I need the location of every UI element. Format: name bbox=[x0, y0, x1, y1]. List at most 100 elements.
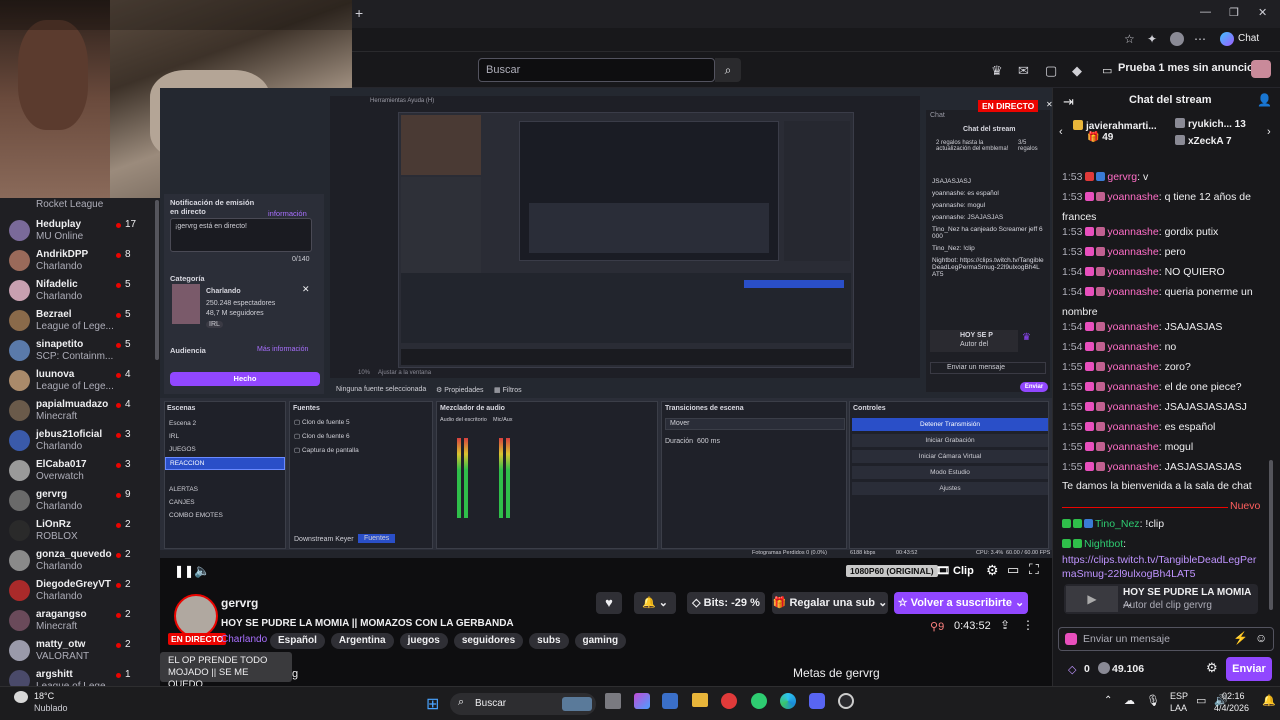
channel-item[interactable]: sinapetito SCP: Containm... 5 bbox=[0, 336, 160, 366]
chat-badge-icon[interactable] bbox=[1065, 633, 1077, 645]
channel-item[interactable]: gervrg Charlando 9 bbox=[0, 486, 160, 516]
chat-username[interactable]: gervrg bbox=[1107, 171, 1137, 183]
chat-username[interactable]: yoannashe bbox=[1107, 381, 1158, 393]
widget-app-icon[interactable] bbox=[634, 693, 650, 709]
chat-username[interactable]: yoannashe bbox=[1107, 286, 1158, 298]
chat-users-icon[interactable]: 👤 bbox=[1257, 93, 1272, 107]
obs-scene-item[interactable]: IRL bbox=[165, 431, 285, 444]
profile-icon[interactable] bbox=[1170, 32, 1184, 46]
obs-scene-item[interactable]: REACCION bbox=[165, 457, 285, 470]
fullscreen-icon[interactable]: ⛶ bbox=[1029, 561, 1039, 578]
task-view-icon[interactable] bbox=[605, 693, 621, 709]
chat-username[interactable]: yoannashe bbox=[1107, 461, 1158, 473]
lang-secondary[interactable]: LAA bbox=[1170, 703, 1187, 713]
stream-tag[interactable]: Argentina bbox=[330, 633, 394, 649]
channel-item[interactable]: luunova League of Lege... 4 bbox=[0, 366, 160, 396]
more-icon[interactable]: ⋯ bbox=[1194, 32, 1206, 46]
channel-item[interactable]: papialmuadazo Minecraft 4 bbox=[0, 396, 160, 426]
crown-icon[interactable]: ♛ bbox=[991, 63, 1003, 79]
chat-username[interactable]: yoannashe bbox=[1107, 191, 1158, 203]
chat-username[interactable]: yoannashe bbox=[1107, 341, 1158, 353]
obs-source-item[interactable]: ▢ Clon de fuente 6 bbox=[294, 432, 430, 446]
gift-sub-button[interactable]: 🎁 Regalar una sub ⌄ bbox=[772, 592, 888, 614]
channel-item[interactable]: jebus21oficial Charlando 3 bbox=[0, 426, 160, 456]
send-chat-button[interactable]: Enviar bbox=[1226, 657, 1272, 681]
chat-username[interactable]: yoannashe bbox=[1107, 321, 1158, 333]
minimize-button[interactable]: — bbox=[1200, 6, 1211, 18]
clock-time[interactable]: 02:16 bbox=[1222, 691, 1245, 701]
tray-overflow-icon[interactable]: ⌃ bbox=[1104, 695, 1112, 706]
notifications-icon[interactable]: 🔔 bbox=[1262, 694, 1276, 707]
clock-date[interactable]: 4/4/2026 bbox=[1214, 703, 1249, 713]
channel-item[interactable]: AndrikDPP Charlando 8 bbox=[0, 246, 160, 276]
stream-tag[interactable]: subs bbox=[529, 633, 569, 649]
whatsapp-icon[interactable] bbox=[751, 693, 767, 709]
search-icon[interactable]: ⌕ bbox=[715, 58, 741, 82]
restore-button[interactable]: ❐ bbox=[1229, 6, 1239, 19]
bits-icon[interactable]: ◆ bbox=[1072, 63, 1082, 79]
file-explorer-icon[interactable] bbox=[692, 693, 708, 707]
stream-tag[interactable]: juegos bbox=[399, 633, 448, 649]
user-avatar[interactable] bbox=[1251, 60, 1271, 78]
stream-tag[interactable]: seguidores bbox=[453, 633, 524, 649]
pinterest-icon[interactable] bbox=[721, 693, 737, 709]
obs-scene-item[interactable]: CANJES bbox=[165, 497, 285, 510]
copilot-icon[interactable] bbox=[1220, 32, 1234, 46]
magic-wand-icon[interactable]: ⚡ bbox=[1233, 631, 1248, 645]
stream-tag[interactable]: Español bbox=[270, 633, 325, 649]
chat-settings-icon[interactable]: ⚙ bbox=[1206, 660, 1218, 676]
inbox-icon[interactable]: ✉ bbox=[1018, 63, 1029, 79]
stream-category[interactable]: Charlando bbox=[221, 634, 267, 645]
obs-scene-item[interactable]: JUEGOS bbox=[165, 444, 285, 457]
new-tab-button[interactable]: + bbox=[355, 5, 363, 21]
resubscribe-button[interactable]: ☆ Volver a suscribirte ⌄ bbox=[894, 592, 1028, 614]
channel-item[interactable]: gonza_quevedo Charlando 2 bbox=[0, 546, 160, 576]
whispers-icon[interactable]: ▢ bbox=[1045, 63, 1057, 79]
obs-scene-item[interactable]: ALERTAS bbox=[165, 484, 285, 497]
leaderboard-next-icon[interactable]: › bbox=[1267, 126, 1271, 138]
channel-name[interactable]: gervrg bbox=[221, 596, 258, 610]
notif-info-link[interactable]: información bbox=[268, 209, 307, 218]
obs-control-button[interactable]: Modo Estudio bbox=[852, 466, 1048, 479]
channel-item[interactable]: DiegodeGreyVT Charlando 2 bbox=[0, 576, 160, 606]
channel-item[interactable]: LiOnRz ROBLOX 2 bbox=[0, 516, 160, 546]
obs-control-button[interactable]: Iniciar Grabación bbox=[852, 434, 1048, 447]
chat-scrollbar[interactable] bbox=[1269, 460, 1273, 610]
tray-cloud-icon[interactable]: ☁ bbox=[1124, 694, 1135, 707]
volume-icon[interactable]: 🔈 bbox=[194, 563, 210, 579]
leaderboard-prev-icon[interactable]: ‹ bbox=[1059, 126, 1063, 138]
notifications-bell-button[interactable]: 🔔 ⌄ bbox=[634, 592, 676, 614]
network-icon[interactable]: ▭ bbox=[1196, 694, 1206, 707]
channel-item[interactable]: Bezrael League of Lege... 5 bbox=[0, 306, 160, 336]
chat-username[interactable]: yoannashe bbox=[1107, 246, 1158, 258]
channel-points-icon[interactable] bbox=[1098, 662, 1110, 674]
settings-icon[interactable]: ⚙ bbox=[986, 562, 999, 579]
lang-primary[interactable]: ESP bbox=[1170, 691, 1188, 701]
follow-heart-button[interactable]: ♥ bbox=[596, 592, 622, 614]
bits-balance-icon[interactable]: ◇ bbox=[1068, 663, 1076, 676]
turbo-promo-link[interactable]: Prueba 1 mes sin anuncios bbox=[1118, 62, 1260, 74]
weather-icon[interactable] bbox=[14, 691, 28, 703]
chat-input[interactable]: Enviar un mensaje ⚡ ☺ bbox=[1058, 627, 1274, 651]
more-options-icon[interactable]: ⋮ bbox=[1022, 618, 1034, 632]
store-icon[interactable] bbox=[662, 693, 678, 709]
chat-username[interactable]: yoannashe bbox=[1107, 361, 1158, 373]
search-input[interactable]: Buscar bbox=[478, 58, 715, 82]
obs-control-button[interactable]: Detener Transmisión bbox=[852, 418, 1048, 431]
channel-avatar[interactable] bbox=[174, 594, 218, 638]
nightbot-clip-link[interactable]: https://clips.twitch.tv/TangibleDeadLegP… bbox=[1062, 553, 1258, 581]
chat-username[interactable]: yoannashe bbox=[1107, 266, 1158, 278]
bits-button[interactable]: ◇ Bits: -29 % bbox=[687, 592, 765, 614]
edge-browser-icon[interactable] bbox=[780, 693, 796, 709]
favorites-icon[interactable]: ✦ bbox=[1147, 32, 1157, 46]
chat-username[interactable]: yoannashe bbox=[1107, 421, 1158, 433]
bookmark-star-icon[interactable]: ☆ bbox=[1124, 32, 1135, 46]
channel-item[interactable]: Nifadelic Charlando 5 bbox=[0, 276, 160, 306]
obs-source-item[interactable]: ▢ Captura de pantalla bbox=[294, 446, 430, 460]
close-window-button[interactable]: ✕ bbox=[1258, 6, 1267, 19]
emote-picker-icon[interactable]: ☺ bbox=[1255, 631, 1267, 645]
clip-preview-card[interactable]: ▶ HOY SE PUDRE LA MOMIA ... Autor del cl… bbox=[1064, 584, 1258, 614]
clip-button[interactable]: 🎞 Clip bbox=[936, 564, 974, 577]
done-button[interactable]: Hecho bbox=[170, 372, 320, 386]
stream-tag[interactable]: gaming bbox=[574, 633, 627, 649]
